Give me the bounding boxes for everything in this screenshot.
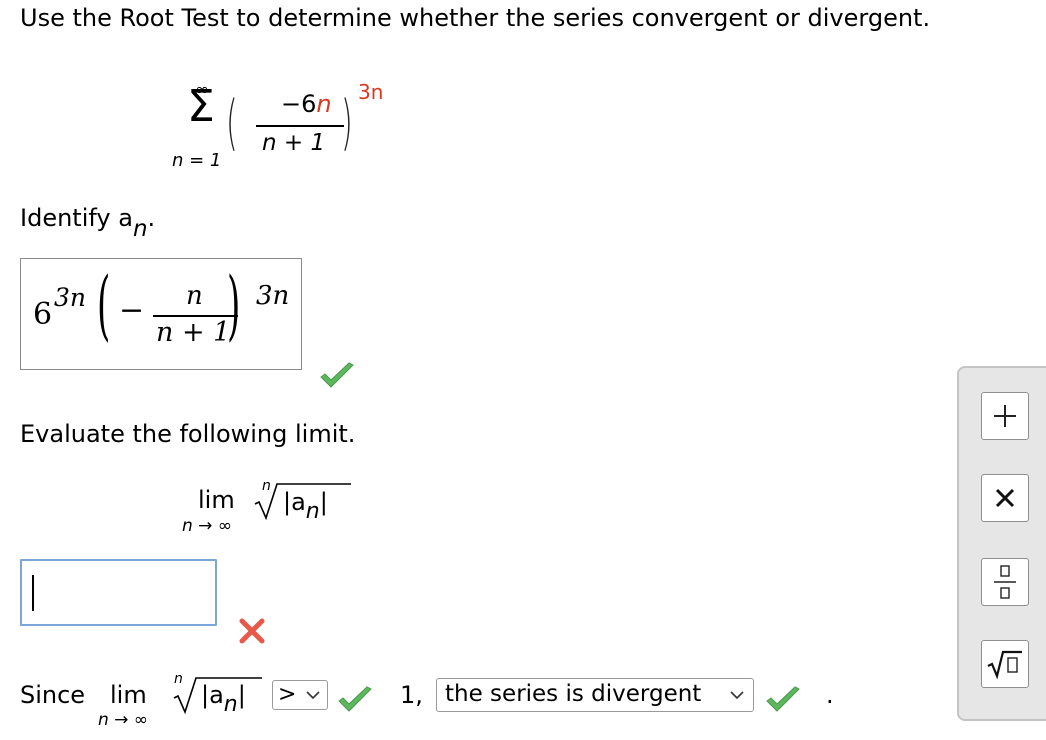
answer-right-paren: ) xyxy=(227,260,241,349)
fraction-icon xyxy=(994,565,1016,599)
identify-subscript: n xyxy=(132,216,148,242)
identify-label: Identify an. xyxy=(20,204,156,242)
conclusion-radicand-subscript: n xyxy=(223,692,238,717)
sum-lower-limit: n = 1 xyxy=(172,150,222,171)
radicand-subscript: n xyxy=(305,499,320,524)
right-paren: ) xyxy=(341,88,353,158)
answer-base-exponent: 3n xyxy=(54,283,87,312)
sigma-symbol: Σ xyxy=(187,81,215,132)
result-selected: the series is divergent xyxy=(445,681,702,707)
numerator-coefficient: −6 xyxy=(281,90,317,118)
answer-left-paren: ( xyxy=(97,260,111,349)
conclusion-radicand-text: |a xyxy=(201,681,224,709)
conclusion-radicand: |an| xyxy=(201,681,246,717)
left-paren: ( xyxy=(226,88,238,158)
identify-text: Identify a xyxy=(20,204,133,232)
series-numerator: −6n xyxy=(281,90,332,118)
result-check-icon xyxy=(765,686,801,714)
an-answer-box[interactable]: 6 3n ( − n n + 1 ) 3n xyxy=(20,258,302,370)
comparison-selected: > xyxy=(278,682,297,707)
plus-icon xyxy=(994,405,1016,427)
answer-minus: − xyxy=(119,293,145,328)
math-palette xyxy=(957,366,1046,721)
series-denominator: n + 1 xyxy=(262,130,326,156)
limit-answer-input[interactable] xyxy=(20,559,217,626)
plus-button[interactable] xyxy=(981,392,1029,440)
question-prompt: Use the Root Test to determine whether t… xyxy=(20,4,931,32)
conclusion-radicand-end: | xyxy=(237,681,246,709)
text-caret xyxy=(32,575,34,611)
identify-period: . xyxy=(147,204,156,232)
lim-text: lim xyxy=(198,486,235,514)
series-exponent: 3n xyxy=(358,80,384,104)
fraction-button[interactable] xyxy=(981,558,1029,606)
evaluate-label: Evaluate the following limit. xyxy=(20,420,356,448)
correct-check-icon xyxy=(319,362,355,390)
answer-frac-denominator: n + 1 xyxy=(156,317,231,348)
radicand-text: |a xyxy=(283,488,306,516)
fraction-bar xyxy=(256,125,344,127)
one-text: 1, xyxy=(400,681,423,709)
numerator-variable: n xyxy=(316,90,332,118)
conclusion-lim-text: lim xyxy=(110,681,147,709)
comparison-check-icon xyxy=(337,686,373,714)
comparison-dropdown[interactable]: > xyxy=(272,680,328,710)
since-text: Since xyxy=(20,681,86,709)
times-button[interactable] xyxy=(981,474,1029,522)
conclusion-period: . xyxy=(826,681,834,709)
lim-subscript: n → ∞ xyxy=(182,516,232,536)
answer-base: 6 xyxy=(33,297,53,332)
chevron-down-icon xyxy=(730,691,744,700)
conclusion-lim-subscript: n → ∞ xyxy=(98,710,148,730)
chevron-down-icon xyxy=(306,691,320,700)
incorrect-cross-icon xyxy=(238,617,266,649)
answer-outer-exponent: 3n xyxy=(256,281,290,311)
times-icon xyxy=(995,488,1015,508)
result-dropdown[interactable]: the series is divergent xyxy=(436,678,754,712)
radicand: |an| xyxy=(283,488,328,524)
sqrt-button[interactable] xyxy=(981,640,1029,688)
sqrt-icon xyxy=(987,650,1022,680)
answer-frac-numerator: n xyxy=(186,281,203,311)
radicand-end: | xyxy=(319,488,328,516)
